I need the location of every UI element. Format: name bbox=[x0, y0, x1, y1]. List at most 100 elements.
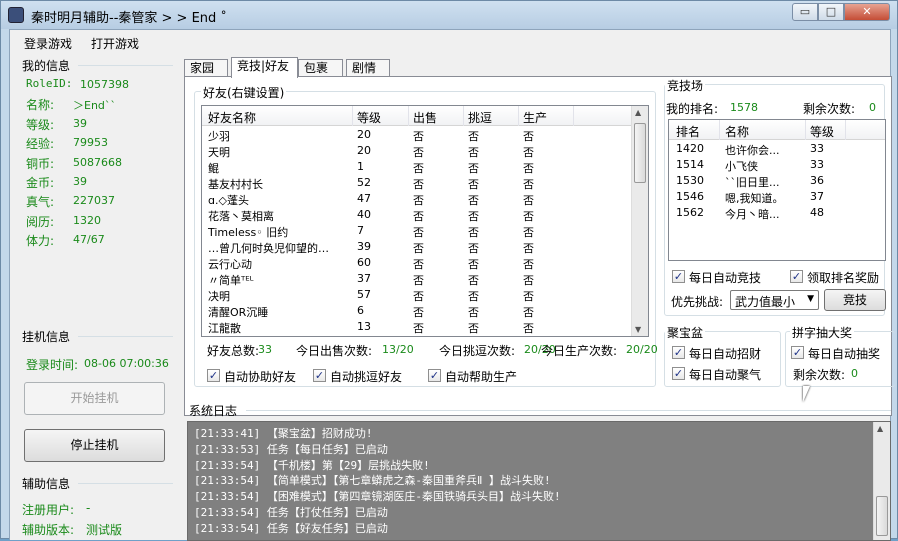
friends-table[interactable]: 好友名称 等级 出售 挑逗 生产 少羽 20 否否否天明 20 否否否鲲 1 否否否基友村村… bbox=[201, 105, 649, 337]
col-tease[interactable]: 挑逗 bbox=[468, 109, 492, 126]
table-cell: 鲲 bbox=[208, 162, 219, 175]
table-cell: 否 bbox=[413, 258, 424, 271]
assist-info-header: 辅助信息 bbox=[22, 477, 71, 491]
auto-gather-checkbox[interactable]: ✓ bbox=[672, 367, 685, 380]
table-cell: 〃简单ᵀᴱᴸ bbox=[208, 274, 254, 287]
friend-option-label: 自动帮助生产 bbox=[445, 370, 518, 384]
mouse-cursor-icon bbox=[803, 386, 810, 402]
table-cell: 1530 bbox=[676, 174, 704, 187]
col-sell[interactable]: 出售 bbox=[413, 109, 437, 126]
table-row[interactable]: …曾几何时奂児仰望的… 39 否 否 否 bbox=[202, 239, 632, 255]
lottery-group-title: 拼字抽大奖 bbox=[790, 324, 855, 341]
friend-option-checkbox[interactable]: ✓ bbox=[428, 369, 441, 382]
table-cell: 否 bbox=[523, 306, 534, 319]
claim-reward-checkbox[interactable]: ✓ bbox=[790, 270, 803, 283]
table-cell: 否 bbox=[413, 194, 424, 207]
scroll-thumb[interactable] bbox=[634, 123, 646, 183]
info-value: 5087668 bbox=[73, 155, 122, 169]
tab-story[interactable]: 剧情 bbox=[346, 59, 390, 77]
auto-lottery-checkbox[interactable]: ✓ bbox=[791, 346, 804, 359]
table-row[interactable]: 1420 也许你会... 33 bbox=[669, 141, 885, 157]
priority-select[interactable]: 武力值最小 ▼ bbox=[730, 290, 819, 310]
arena-table[interactable]: 排名 名称 等级 1420 也许你会... 33 1514 小飞侠 33 1530 ``旧日里… bbox=[668, 119, 886, 261]
start-hang-button[interactable]: 开始挂机 bbox=[24, 382, 165, 415]
table-row[interactable]: 基友村村长 52 否 否 否 bbox=[202, 175, 632, 191]
auto-fortune-checkbox[interactable]: ✓ bbox=[672, 346, 685, 359]
table-cell: 47 bbox=[357, 192, 371, 205]
menu-open-game[interactable]: 打开游戏 bbox=[91, 35, 139, 52]
stat-value: 13/20 bbox=[382, 343, 414, 356]
table-cell: 否 bbox=[413, 242, 424, 255]
info-label: RoleID: bbox=[26, 77, 73, 90]
tab-bag[interactable]: 包裹 bbox=[298, 59, 343, 77]
table-cell: …曾几何时奂児仰望的… bbox=[208, 242, 329, 255]
divider bbox=[78, 336, 173, 337]
table-row[interactable]: 〃简单ᵀᴱᴸ 37 否 否 否 bbox=[202, 271, 632, 287]
table-row[interactable]: 天明 20 否 否 否 bbox=[202, 143, 632, 159]
friend-option-checkbox[interactable]: ✓ bbox=[207, 369, 220, 382]
col-name[interactable]: 好友名称 bbox=[208, 109, 256, 126]
priority-label: 优先挑战: bbox=[671, 295, 724, 309]
col-produce[interactable]: 生产 bbox=[523, 109, 547, 126]
table-cell: 嗯,我知道。 bbox=[725, 192, 784, 205]
table-row[interactable]: 1530 ``旧日里... 36 bbox=[669, 173, 885, 189]
table-row[interactable]: 决明 57 否 否 否 bbox=[202, 287, 632, 303]
friend-option-checkbox[interactable]: ✓ bbox=[313, 369, 326, 382]
log-scrollbar[interactable]: ▲ bbox=[873, 422, 890, 540]
table-row[interactable]: 云行心动 60 否 否 否 bbox=[202, 255, 632, 271]
info-value: 227037 bbox=[73, 194, 115, 208]
system-log[interactable]: [21:33:41] 【聚宝盆】招财成功! [21:33:53] 任务【每日任务】… bbox=[187, 421, 891, 541]
close-button[interactable]: ✕ bbox=[844, 3, 890, 21]
table-cell: 否 bbox=[468, 290, 479, 303]
scroll-thumb[interactable] bbox=[876, 496, 888, 536]
friends-scrollbar[interactable]: ▲ ▼ bbox=[631, 106, 648, 336]
scroll-up-icon[interactable]: ▲ bbox=[635, 108, 641, 117]
info-value: 47/67 bbox=[73, 233, 105, 247]
table-cell: 57 bbox=[357, 288, 371, 301]
table-cell: 20 bbox=[357, 128, 371, 141]
table-cell: 36 bbox=[810, 174, 824, 187]
table-row[interactable]: Timeless◦ 旧约 7 否 否 否 bbox=[202, 223, 632, 239]
friend-option-label: 自动挑逗好友 bbox=[330, 370, 403, 384]
col-arena-name[interactable]: 名称 bbox=[725, 123, 749, 140]
col-arena-level[interactable]: 等级 bbox=[810, 123, 834, 140]
maximize-button[interactable]: □ bbox=[818, 3, 844, 21]
table-row[interactable]: 江龍散 13 否 否 否 bbox=[202, 319, 632, 335]
scroll-down-icon[interactable]: ▼ bbox=[635, 325, 641, 334]
tab-home[interactable]: 家园 bbox=[184, 59, 228, 77]
auto-arena-checkbox[interactable]: ✓ bbox=[672, 270, 685, 283]
table-cell: 39 bbox=[357, 240, 371, 253]
table-cell: 否 bbox=[523, 258, 534, 271]
info-label: 名称: bbox=[26, 98, 55, 113]
stat-value: 20/20 bbox=[626, 343, 658, 356]
table-cell: 33 bbox=[810, 142, 824, 155]
arena-table-header: 排名 名称 等级 bbox=[669, 120, 885, 140]
table-cell: 天明 bbox=[208, 146, 230, 159]
auto-lottery-label: 每日自动抽奖 bbox=[808, 347, 881, 361]
table-row[interactable]: 1562 今月丶暗... 48 bbox=[669, 205, 885, 221]
scroll-up-icon[interactable]: ▲ bbox=[877, 424, 883, 433]
arena-fight-button[interactable]: 竞技 bbox=[824, 289, 886, 311]
menu-login-game[interactable]: 登录游戏 bbox=[24, 35, 72, 52]
table-row[interactable]: 花落丶莫相离 40 否 否 否 bbox=[202, 207, 632, 223]
auto-fortune-label: 每日自动招财 bbox=[689, 347, 762, 361]
table-cell: 否 bbox=[468, 210, 479, 223]
stop-hang-button[interactable]: 停止挂机 bbox=[24, 429, 165, 462]
table-row[interactable]: 清醒OR沉睡 6 否 否 否 bbox=[202, 303, 632, 319]
table-row[interactable]: 鲲 1 否 否 否 bbox=[202, 159, 632, 175]
log-line: [21:33:54] 【千机楼】第【29】层挑战失败! bbox=[194, 458, 430, 472]
table-cell: 清醒OR沉睡 bbox=[208, 306, 269, 319]
table-cell: 否 bbox=[523, 194, 534, 207]
tab-arena-friends[interactable]: 竞技|好友 bbox=[231, 57, 298, 78]
minimize-button[interactable]: ▭ bbox=[792, 3, 818, 21]
table-row[interactable]: 1546 嗯,我知道。 37 bbox=[669, 189, 885, 205]
table-row[interactable]: 少羽 20 否 否 否 bbox=[202, 127, 632, 143]
table-row[interactable]: ɑ.◇蓬头 47 否 否 否 bbox=[202, 191, 632, 207]
table-cell: 否 bbox=[413, 226, 424, 239]
col-rank[interactable]: 排名 bbox=[676, 123, 700, 140]
table-cell: 1420 bbox=[676, 142, 704, 155]
table-row[interactable]: 1514 小飞侠 33 bbox=[669, 157, 885, 173]
col-level[interactable]: 等级 bbox=[357, 109, 381, 126]
title-bar[interactable]: 秦时明月辅助--秦管家 > > End ˚ ▭ □ ✕ bbox=[1, 1, 897, 29]
info-value: 1057398 bbox=[80, 78, 129, 91]
